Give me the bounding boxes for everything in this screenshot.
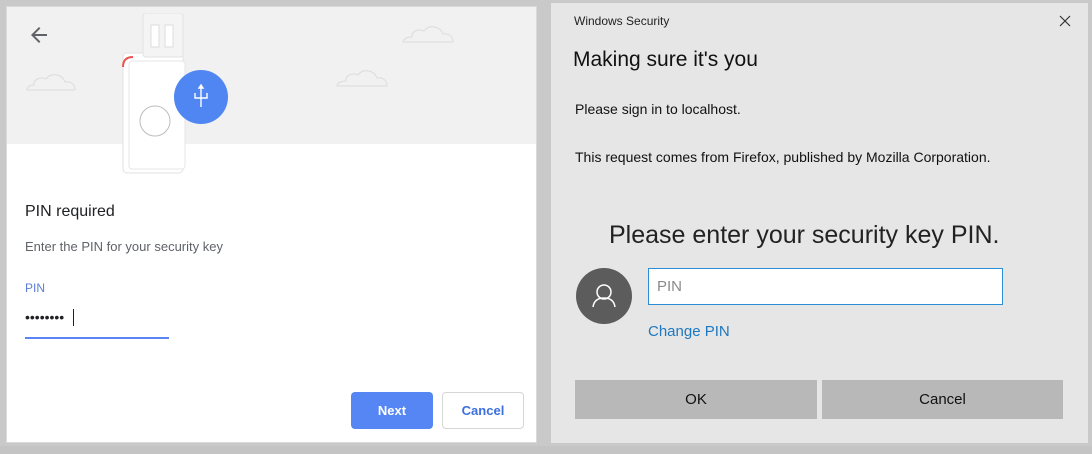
- hero-illustration-area: [7, 7, 536, 144]
- pin-description: Enter the PIN for your security key: [25, 239, 223, 254]
- text-caret: [73, 309, 74, 326]
- cloud-icon: [402, 26, 454, 43]
- security-key-illustration-icon: [122, 13, 228, 174]
- next-button[interactable]: Next: [351, 392, 433, 429]
- user-icon: [592, 284, 616, 308]
- cloud-icon: [336, 70, 388, 87]
- windows-security-dialog: Windows Security Making sure it's you Pl…: [551, 3, 1088, 443]
- dialog-heading: Making sure it's you: [573, 48, 758, 71]
- cancel-button[interactable]: Cancel: [822, 380, 1063, 419]
- window-title: Windows Security: [574, 14, 670, 28]
- signin-message: Please sign in to localhost.: [575, 101, 741, 117]
- pin-required-title: PIN required: [25, 203, 115, 220]
- cloud-icon: [26, 74, 76, 91]
- cancel-button[interactable]: Cancel: [442, 392, 524, 429]
- bottom-strip: [0, 446, 1092, 454]
- pin-input[interactable]: [648, 268, 1003, 305]
- change-pin-link[interactable]: Change PIN: [648, 323, 730, 340]
- pin-prompt: Please enter your security key PIN.: [609, 221, 1000, 249]
- ok-button[interactable]: OK: [575, 380, 817, 419]
- close-icon[interactable]: [1055, 11, 1075, 31]
- request-origin-message: This request comes from Firefox, publish…: [575, 149, 991, 165]
- security-key-pin-dialog: PIN required Enter the PIN for your secu…: [6, 6, 537, 443]
- pin-field-underline: [25, 337, 169, 339]
- pin-field-label: PIN: [25, 281, 46, 295]
- avatar: [576, 268, 632, 324]
- back-arrow-icon[interactable]: [27, 23, 51, 47]
- pin-field-value[interactable]: ••••••••: [25, 309, 64, 325]
